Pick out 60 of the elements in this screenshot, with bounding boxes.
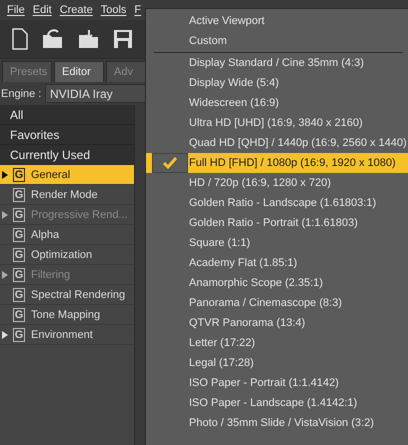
- group-row[interactable]: G Tone Mapping: [0, 305, 134, 325]
- save-icon[interactable]: [114, 30, 132, 48]
- group-row[interactable]: G Render Mode: [0, 185, 134, 205]
- menu-item[interactable]: Create: [56, 4, 97, 16]
- filter-item[interactable]: Currently Used: [0, 145, 134, 165]
- group-row[interactable]: G Alpha: [0, 225, 134, 245]
- group-badge: G: [13, 288, 25, 302]
- menu-option[interactable]: HD / 720p (16:9, 1280 x 720): [146, 173, 408, 193]
- group-badge: G: [13, 228, 25, 242]
- group-label: Alpha: [31, 228, 60, 240]
- menu-option[interactable]: Academy Flat (1.85:1): [146, 253, 408, 273]
- menu-option[interactable]: Full HD [FHD] / 1080p (16:9, 1920 x 1080): [146, 153, 408, 173]
- tab[interactable]: Editor: [54, 61, 104, 82]
- menu-option[interactable]: Square (1:1): [146, 233, 408, 253]
- new-document-icon[interactable]: [12, 28, 28, 50]
- menu-option[interactable]: ISO Paper - Portrait (1:1.4142): [146, 373, 408, 393]
- menu-option[interactable]: Anamorphic Scope (2.35:1): [146, 273, 408, 293]
- expand-arrow-icon[interactable]: [1, 330, 9, 338]
- menu-option[interactable]: Photo / 35mm Slide / VistaVision (3:2): [146, 413, 408, 433]
- group-badge: G: [13, 248, 25, 262]
- menu-option[interactable]: Ultra HD [UHD] (16:9, 3840 x 2160): [146, 113, 408, 133]
- group-row[interactable]: G Spectral Rendering: [0, 285, 134, 305]
- group-badge: G: [13, 268, 25, 282]
- filter-item[interactable]: All: [0, 105, 134, 125]
- group-label: Filtering: [31, 268, 70, 280]
- group-label: Spectral Rendering: [31, 288, 126, 300]
- menu-item[interactable]: Tools: [96, 4, 130, 16]
- menu-option[interactable]: Letter (17:22): [146, 333, 408, 353]
- group-label: General: [31, 168, 70, 180]
- menu-option[interactable]: ISO Paper - Landscape (1.4142:1): [146, 393, 408, 413]
- open-folder-icon[interactable]: [42, 29, 64, 49]
- menu-option[interactable]: Panorama / Cinemascope (8:3): [146, 293, 408, 313]
- menu-option[interactable]: Legal (17:28): [146, 353, 408, 373]
- group-badge: G: [13, 168, 25, 182]
- menu-option[interactable]: Active Viewport: [146, 11, 408, 31]
- group-badge: G: [13, 208, 25, 222]
- menu-item[interactable]: File: [3, 4, 29, 16]
- group-label: Environment: [31, 328, 93, 340]
- group-badge: G: [13, 188, 25, 202]
- group-row[interactable]: G Optimization: [0, 245, 134, 265]
- filter-item[interactable]: Favorites: [0, 125, 134, 145]
- menu-option[interactable]: Golden Ratio - Landscape (1.61803:1): [146, 193, 408, 213]
- group-row[interactable]: G Environment: [0, 325, 134, 345]
- group-badge: G: [13, 308, 25, 322]
- group-label: Tone Mapping: [31, 308, 100, 320]
- menu-item[interactable]: Edit: [28, 4, 56, 16]
- menu-option[interactable]: Golden Ratio - Portrait (1:1.61803): [146, 213, 408, 233]
- menu-option[interactable]: Quad HD [QHD] / 1440p (16:9, 2560 x 1440): [146, 133, 408, 153]
- checkmark-icon: [163, 157, 177, 169]
- group-label: Render Mode: [31, 188, 98, 200]
- menu-item[interactable]: F: [130, 4, 146, 16]
- group-label: Progressive Rend...: [31, 208, 128, 220]
- folder-arrow-icon[interactable]: [78, 29, 100, 49]
- expand-arrow-icon[interactable]: [1, 170, 9, 178]
- group-label: Optimization: [31, 248, 92, 260]
- engine-label: Engine :: [0, 88, 42, 100]
- group-row[interactable]: G General: [0, 165, 134, 185]
- group-badge: G: [13, 328, 25, 342]
- menu-option[interactable]: QTVR Panorama (13:4): [146, 313, 408, 333]
- menu-option[interactable]: Widescreen (16:9): [146, 93, 408, 113]
